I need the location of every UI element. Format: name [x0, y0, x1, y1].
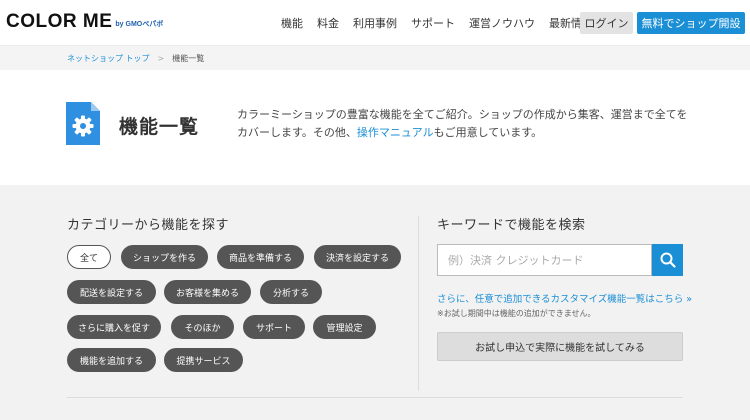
logo-byline: by GMOペパボ — [115, 21, 164, 28]
chip-promote-purchase[interactable]: さらに購入を促す — [67, 315, 161, 339]
hero-section: 機能一覧 カラーミーショップの豊富な機能を全てご紹介。ショップの作成から集客、運… — [0, 70, 750, 185]
custom-features-link[interactable]: さらに、任意で追加できるカスタマイズ機能一覧はこちら » — [437, 291, 692, 305]
trial-note: ※お試し期間中は機能の追加ができません。 — [437, 309, 596, 318]
logo[interactable]: COLOR ME by GMOペパボ — [6, 12, 163, 32]
chip-partner-services[interactable]: 提携サービス — [164, 348, 243, 372]
keyword-search-input[interactable] — [437, 244, 652, 276]
column-divider — [418, 216, 419, 391]
nav-features[interactable]: 機能 — [281, 15, 303, 31]
breadcrumb-home-link[interactable]: ネットショップ トップ — [67, 53, 150, 64]
page-title: 機能一覧 — [119, 116, 200, 138]
chip-support[interactable]: サポート — [243, 315, 305, 339]
chip-create-shop[interactable]: ショップを作る — [121, 245, 208, 269]
category-title: カテゴリーから機能を探す — [67, 218, 230, 233]
keyword-title: キーワードで機能を検索 — [437, 218, 586, 233]
chip-attract-customers[interactable]: お客様を集める — [164, 280, 251, 304]
chip-all[interactable]: 全て — [67, 245, 111, 269]
chip-others[interactable]: そのほか — [171, 315, 234, 339]
hero-desc-text-end: もご用意しています。 — [433, 126, 543, 139]
breadcrumb: ネットショップ トップ > 機能一覧 — [67, 53, 204, 64]
settings-document-icon — [66, 102, 100, 145]
nav-support[interactable]: サポート — [411, 15, 455, 31]
login-button[interactable]: ログイン — [580, 12, 633, 34]
chip-prepare-products[interactable]: 商品を準備する — [217, 245, 304, 269]
main-nav: 機能 料金 利用事例 サポート 運営ノウハウ 最新情報 — [281, 0, 607, 46]
chip-payment-settings[interactable]: 決済を設定する — [314, 245, 401, 269]
feature-search-section: カテゴリーから機能を探す 全て ショップを作る 商品を準備する 決済を設定する … — [0, 185, 750, 420]
breadcrumb-bar: ネットショップ トップ > 機能一覧 — [0, 46, 750, 70]
chip-shipping-settings[interactable]: 配送を設定する — [67, 280, 156, 304]
trial-button[interactable]: お試し申込で実際に機能を試してみる — [437, 332, 683, 361]
chip-admin-settings[interactable]: 管理設定 — [313, 315, 376, 339]
search-icon — [660, 252, 676, 268]
chip-analyze[interactable]: 分析する — [260, 280, 322, 304]
nav-case-studies[interactable]: 利用事例 — [353, 15, 397, 31]
chip-add-features[interactable]: 機能を追加する — [67, 348, 156, 372]
breadcrumb-current: 機能一覧 — [172, 54, 205, 63]
breadcrumb-separator: > — [157, 54, 165, 63]
logo-wordmark: COLOR ME — [6, 11, 113, 32]
nav-pricing[interactable]: 料金 — [317, 15, 339, 31]
section-divider — [67, 397, 683, 398]
search-button[interactable] — [652, 244, 683, 276]
site-header: COLOR ME by GMOペパボ 機能 料金 利用事例 サポート 運営ノウハ… — [0, 0, 750, 46]
hero-description: カラーミーショップの豊富な機能を全てご紹介。ショップの作成から集客、運営まで全て… — [237, 106, 692, 142]
nav-knowhow[interactable]: 運営ノウハウ — [469, 15, 535, 31]
manual-link[interactable]: 操作マニュアル — [357, 126, 434, 139]
signup-button[interactable]: 無料でショップ開設 — [637, 12, 745, 34]
